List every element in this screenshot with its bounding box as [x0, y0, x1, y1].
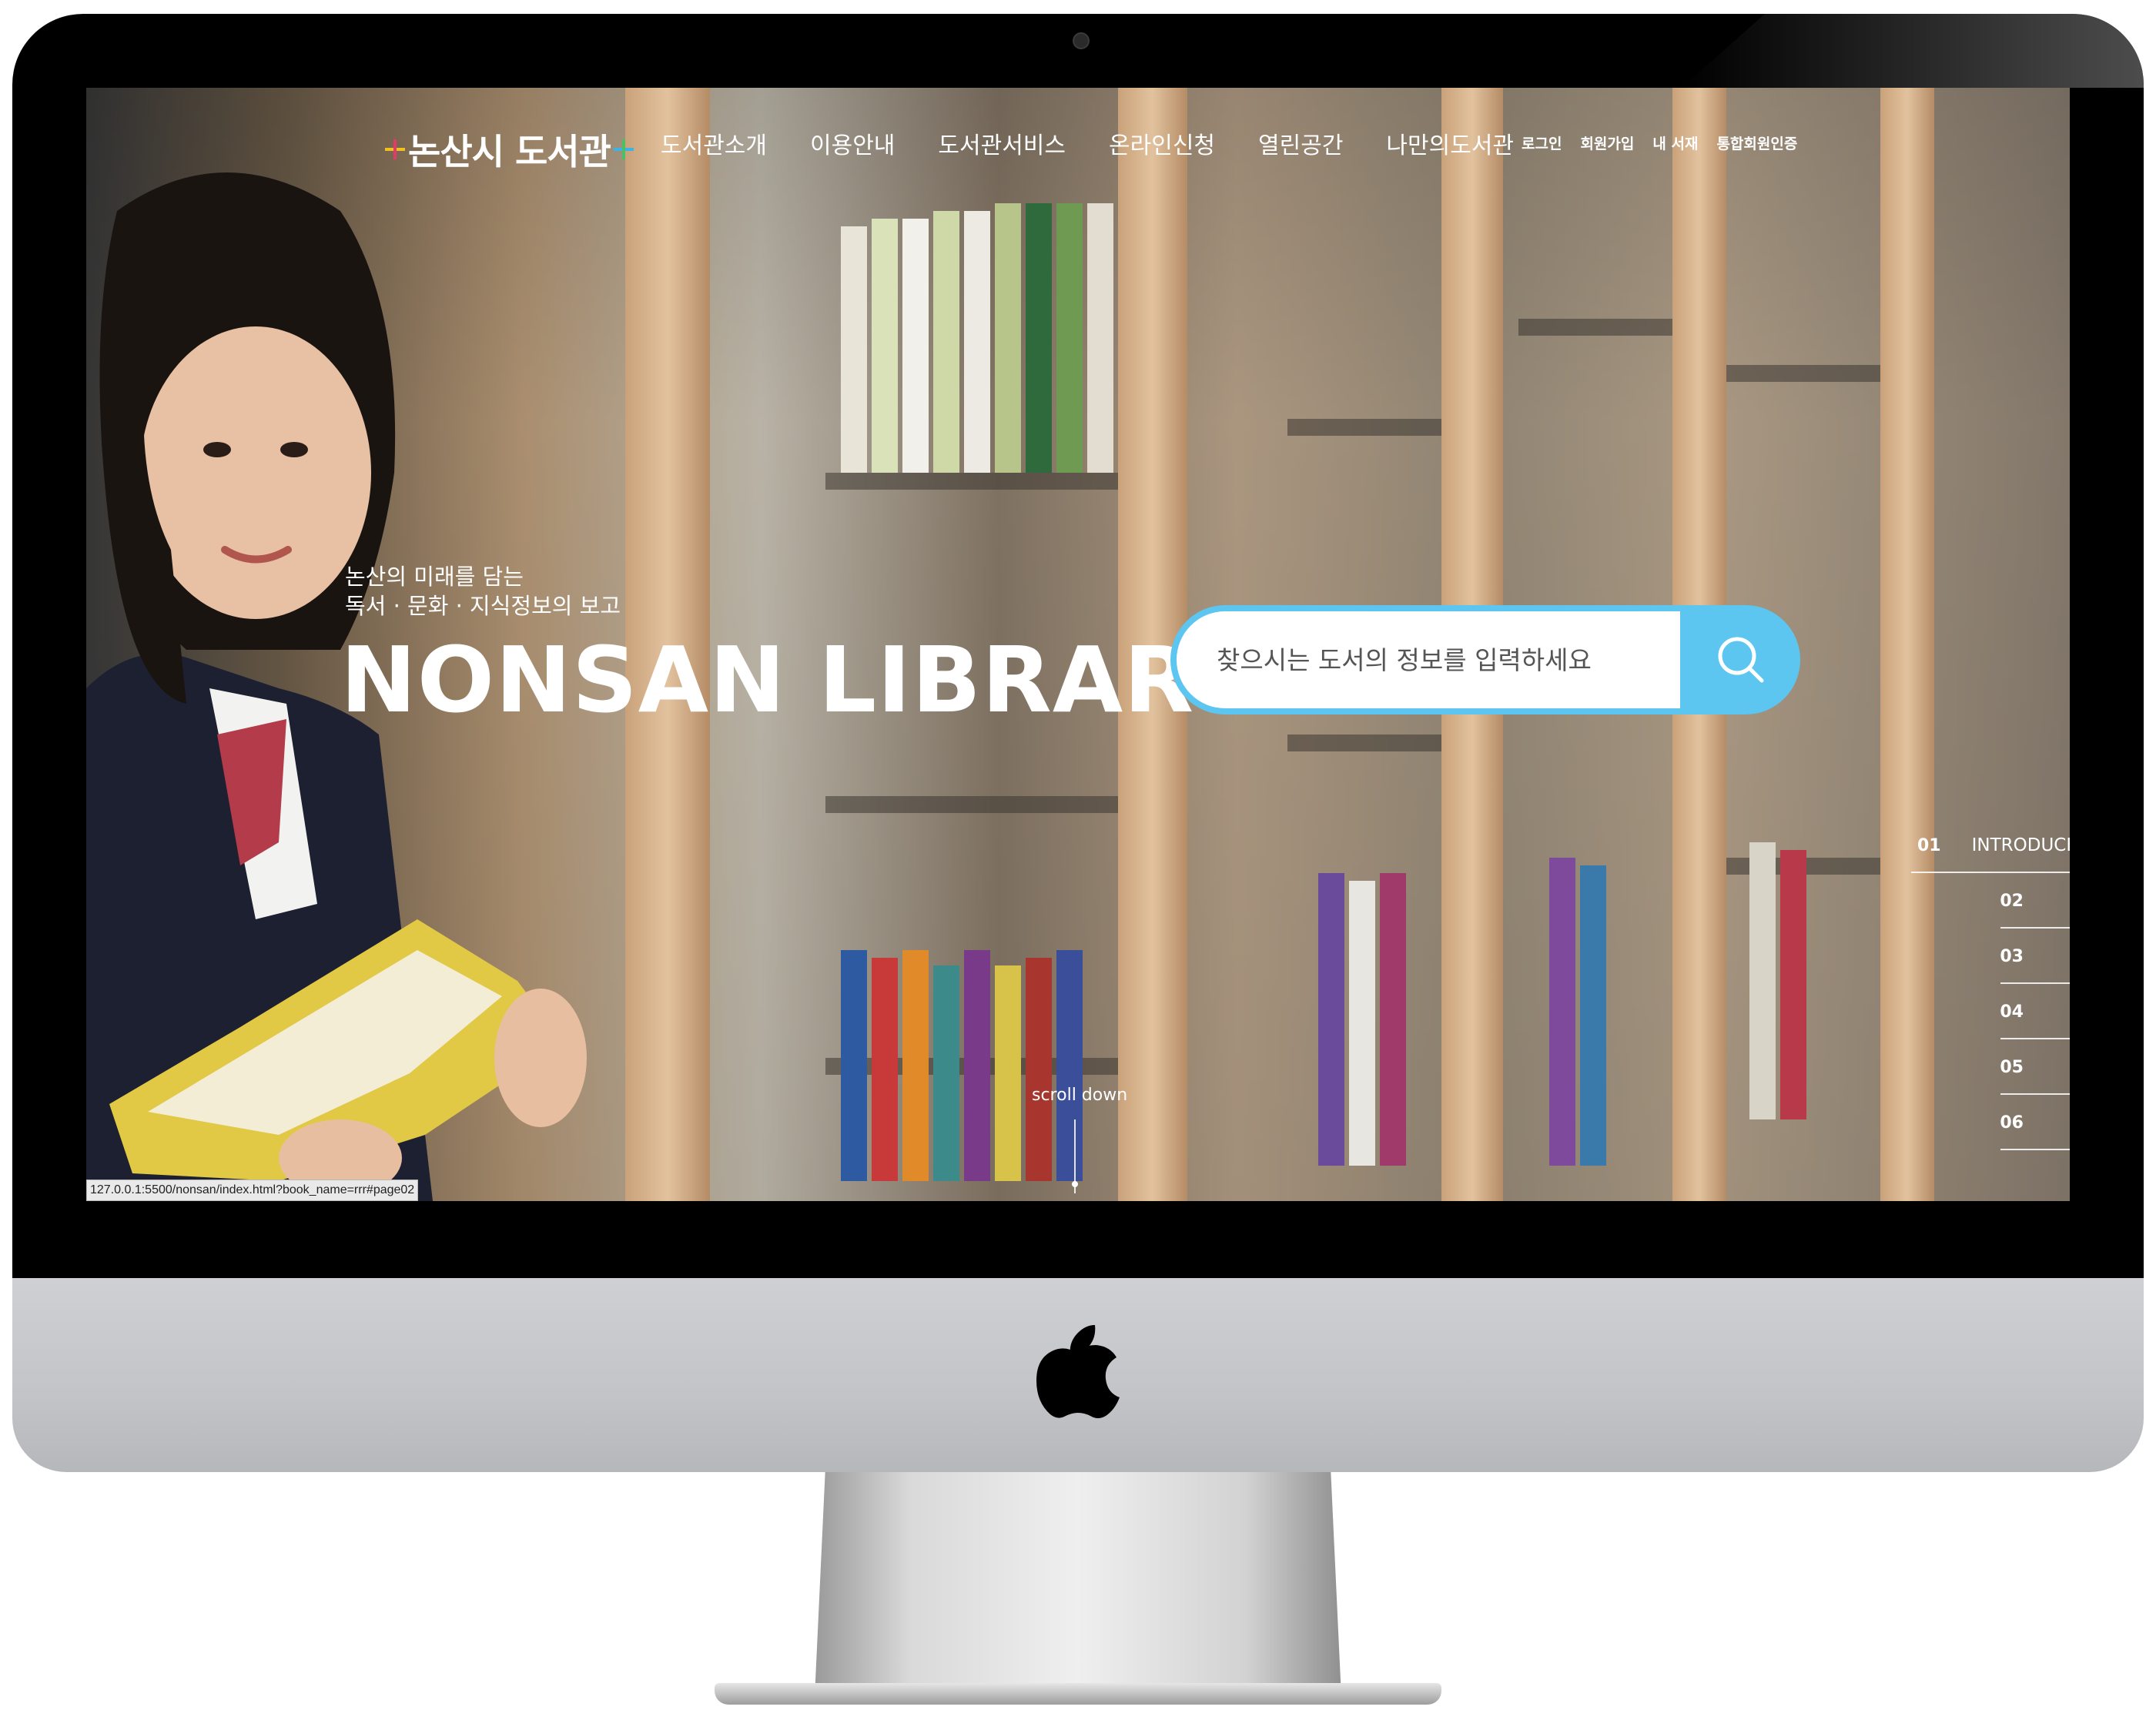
apple-logo-icon	[1036, 1325, 1120, 1418]
menu-item-about[interactable]: 도서관소개	[661, 126, 767, 160]
pager-number: 01	[1917, 835, 1941, 855]
pager-number: 03	[2000, 946, 2024, 966]
pager-divider	[2000, 1149, 2070, 1150]
integrated-auth-link[interactable]: 통합회원인증	[1716, 132, 1797, 153]
pager-number: 04	[2000, 1002, 2024, 1022]
pager-number: 05	[2000, 1057, 2024, 1077]
search-input[interactable]	[1177, 611, 1680, 708]
scroll-down-label[interactable]: scroll down	[1032, 1086, 1127, 1105]
scroll-down-dot	[1072, 1181, 1078, 1187]
hero-title: NONSAN LIBRARY	[340, 627, 1257, 733]
imac-stand	[815, 1472, 1341, 1697]
tagline-line-1: 논산의 미래를 담는	[345, 564, 524, 590]
pager-item-01[interactable]: 01 INTRODUCE	[1908, 818, 2070, 873]
logo-plus-icon	[385, 139, 405, 159]
pager-item-02[interactable]: 02	[1908, 873, 2070, 929]
logo-text: 논산시 도서관	[408, 131, 611, 172]
pager-item-05[interactable]: 05	[1908, 1039, 2070, 1095]
browser-status-url: 127.0.0.1:5500/nonsan/index.html?book_na…	[86, 1180, 419, 1201]
login-link[interactable]: 로그인	[1522, 132, 1562, 153]
pager-number: 02	[2000, 891, 2024, 911]
browser-viewport: 논산시 도서관 도서관소개 이용안내 도서관서비스 온라인신청 열린공간 나만의…	[86, 88, 2070, 1201]
search-icon	[1718, 637, 1764, 683]
search-box	[1170, 605, 1800, 714]
site-logo[interactable]: 논산시 도서관	[385, 119, 637, 180]
search-button[interactable]	[1682, 605, 1800, 714]
menu-item-open-space[interactable]: 열린공간	[1258, 126, 1343, 160]
main-menu: 도서관소개 이용안내 도서관서비스 온라인신청 열린공간 나만의도서관	[661, 126, 1557, 160]
logo-plus-icon	[613, 139, 634, 159]
webcam	[1073, 32, 1090, 49]
imac-stand-base	[715, 1683, 1441, 1705]
pager-label: INTRODUCE	[1971, 835, 2070, 855]
hero-tagline: 논산의 미래를 담는 독서 · 문화 · 지식정보의 보고	[345, 562, 621, 621]
tagline-line-2: 독서 · 문화 · 지식정보의 보고	[345, 593, 621, 619]
pager-number: 06	[2000, 1113, 2024, 1133]
utility-links: 로그인 회원가입 내 서재 통합회원인증	[1522, 132, 1816, 153]
menu-item-online-apply[interactable]: 온라인신청	[1109, 126, 1215, 160]
pager-item-04[interactable]: 04	[1908, 984, 2070, 1039]
menu-item-my-library[interactable]: 나만의도서관	[1386, 126, 1514, 160]
top-navigation: 논산시 도서관 도서관소개 이용안내 도서관서비스 온라인신청 열린공간 나만의…	[86, 88, 2070, 203]
menu-item-guide[interactable]: 이용안내	[810, 126, 895, 160]
my-shelf-link[interactable]: 내 서재	[1652, 132, 1698, 153]
pager-item-06[interactable]: 06	[1908, 1095, 2070, 1150]
signup-link[interactable]: 회원가입	[1580, 132, 1634, 153]
section-pager: 01 INTRODUCE 02 03 04 05 06	[1908, 818, 2070, 1150]
menu-item-services[interactable]: 도서관서비스	[938, 126, 1066, 160]
pager-item-03[interactable]: 03	[1908, 929, 2070, 984]
